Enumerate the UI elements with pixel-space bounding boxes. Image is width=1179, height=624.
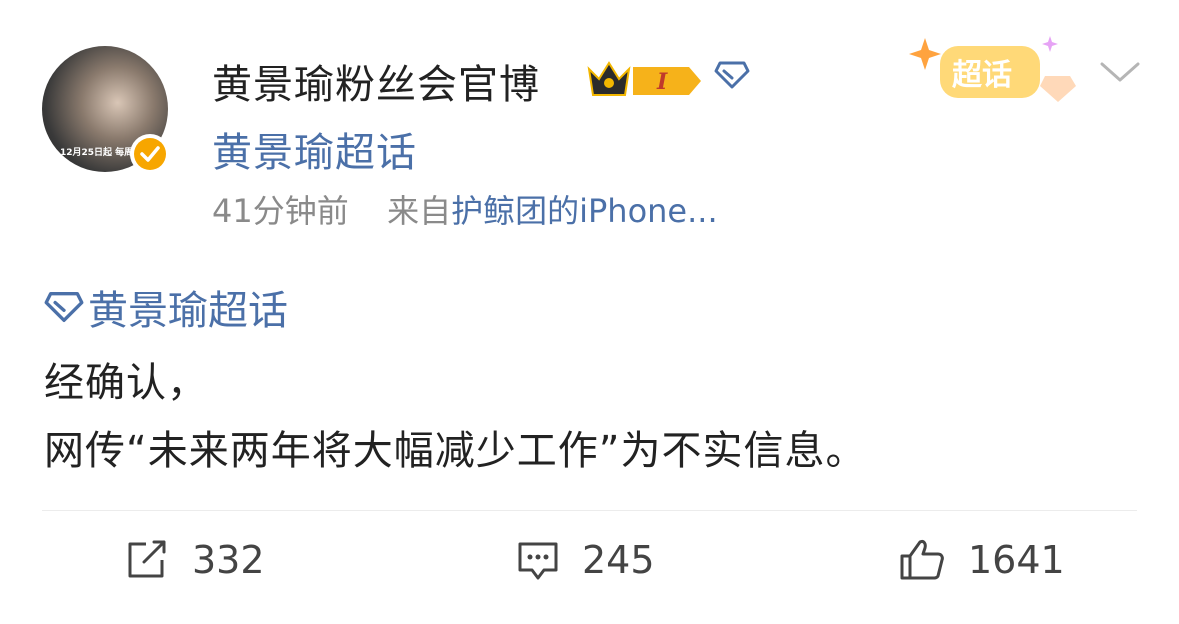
supertopic-diamond-icon [44,291,84,322]
post-time: 41分钟前 [212,192,349,230]
repost-count: 332 [192,538,265,582]
post-text-line: 经确认， [44,360,208,406]
sparkle-icon [909,38,941,70]
supertopic-badge-label: 超话 [952,58,1012,93]
like-count: 1641 [968,538,1065,582]
member-level-text: I [656,69,668,95]
source-device-link[interactable]: 护鲸团的iPhone... [451,192,718,230]
avatar-caption: 12月25日起 每周 [60,148,134,158]
chevron-down-icon[interactable] [1100,60,1140,88]
post-text-line: 网传“未来两年将大幅减少工作”为不实信息。 [44,428,867,474]
source-prefix: 来自 [387,192,452,230]
thumbs-up-icon [900,540,944,580]
like-button[interactable]: 1641 [898,538,1065,582]
divider [42,510,1137,511]
post-meta: 41分钟前 来自护鲸团的iPhone... [212,186,718,232]
author-name[interactable]: 黄景瑜粉丝会官博 [212,52,540,110]
post-topic-label: 黄景瑜超话 [88,288,288,334]
supertopic-diamond-icon[interactable] [714,60,750,94]
verified-check-icon [134,138,166,170]
verified-badge [130,134,170,174]
supertopic-badge[interactable]: 超话 [900,30,1080,114]
author-supertopic-link[interactable]: 黄景瑜超话 [212,120,417,178]
repost-icon [128,540,166,578]
repost-button[interactable]: 332 [126,538,265,582]
post-topic-link[interactable]: 黄景瑜超话 [44,278,288,336]
comment-count: 245 [582,538,655,582]
member-level-badge: I [585,57,705,105]
comment-button[interactable]: 245 [516,538,655,582]
comment-icon [518,542,558,580]
